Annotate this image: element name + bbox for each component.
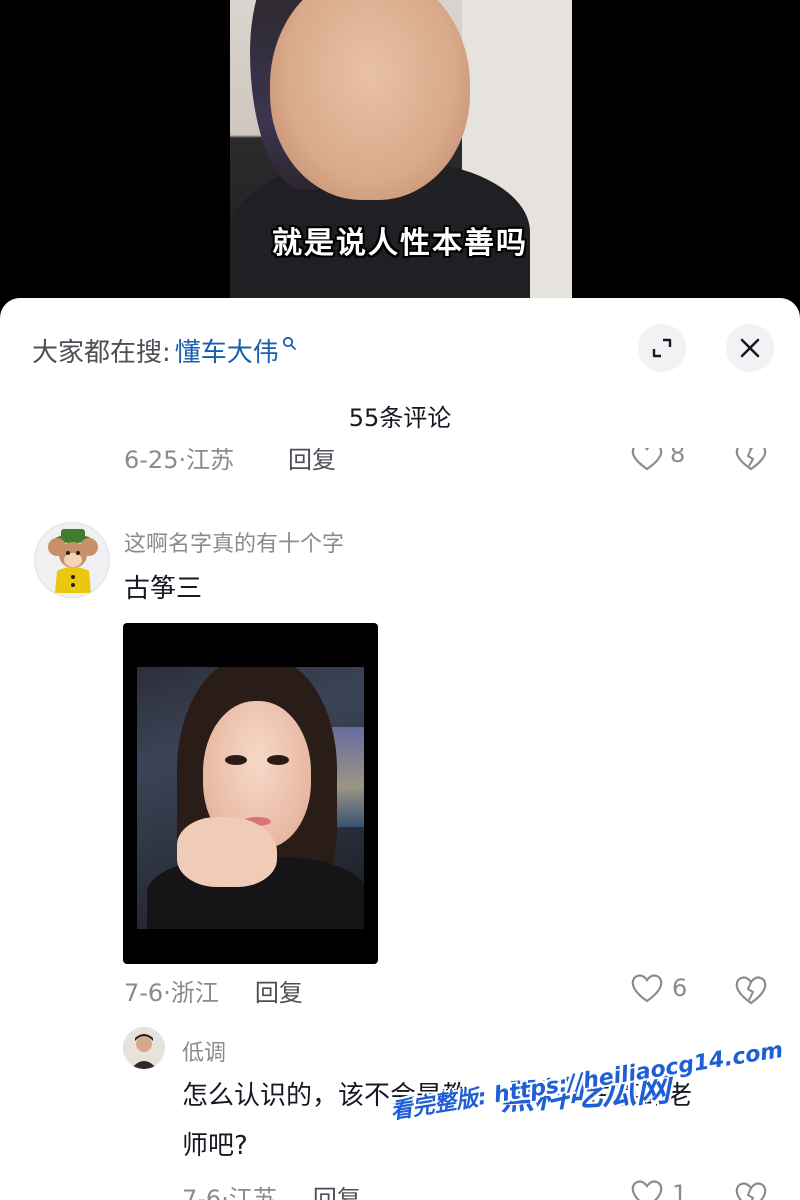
comment-count: 55条评论	[348, 404, 452, 432]
broken-heart-icon[interactable]	[734, 448, 768, 472]
video-subtitle: 就是说人性本善吗	[272, 226, 528, 261]
avatar[interactable]	[34, 522, 110, 598]
close-button[interactable]	[726, 324, 774, 372]
photo-hand	[177, 817, 277, 887]
photo-right-eye	[267, 755, 289, 765]
broken-heart-icon[interactable]	[734, 1180, 768, 1200]
mouse-avatar-icon	[48, 529, 98, 593]
heart-icon[interactable]	[630, 448, 664, 472]
comment-meta: 7-6·浙江 回复	[124, 970, 303, 1010]
like-count: 6	[672, 974, 688, 1002]
comment-photo	[137, 667, 364, 929]
reply-button[interactable]: 回复	[313, 1179, 361, 1200]
like-button[interactable]: 6	[630, 972, 687, 1004]
comment-username[interactable]: 这啊名字真的有十个字	[124, 526, 344, 558]
person-avatar-icon	[123, 1027, 165, 1069]
search-prefix: 大家都在搜:	[32, 337, 171, 368]
comment-text-line: 师吧?	[182, 1131, 248, 1161]
video-player[interactable]: 就是说人性本善吗	[0, 0, 800, 300]
reply-button[interactable]: 回复	[255, 973, 303, 1008]
comment-date: 7-6·浙江	[124, 978, 219, 1007]
search-term-link[interactable]: 懂车大伟	[175, 332, 279, 369]
comment-date: 6-25·江苏	[124, 448, 235, 474]
expand-icon	[652, 338, 672, 358]
like-count: 1	[672, 1180, 688, 1200]
comment-image[interactable]	[123, 623, 378, 964]
expand-button[interactable]	[638, 324, 686, 372]
reply-button[interactable]: 回复	[288, 448, 336, 475]
heart-icon	[631, 974, 663, 1003]
like-button[interactable]: 1	[630, 1178, 687, 1200]
video-person-face	[270, 0, 470, 200]
comment-date: 7-6·江苏	[182, 1184, 277, 1200]
photo-left-eye	[225, 755, 247, 765]
heart-icon	[631, 1180, 663, 1200]
avatar[interactable]	[123, 1027, 165, 1069]
comment-username[interactable]: 低调	[182, 1035, 226, 1067]
comment-meta: 7-6·江苏 回复	[182, 1176, 361, 1200]
like-count: 8	[670, 448, 686, 468]
previous-comment-meta: 6-25·江苏 回复 8	[0, 448, 800, 478]
broken-heart-icon[interactable]	[734, 974, 768, 1006]
comment-text: 古筝三	[124, 574, 203, 604]
close-icon	[740, 338, 760, 358]
search-icon	[282, 336, 296, 350]
search-suggestion[interactable]: 大家都在搜: 懂车大伟	[32, 330, 296, 370]
